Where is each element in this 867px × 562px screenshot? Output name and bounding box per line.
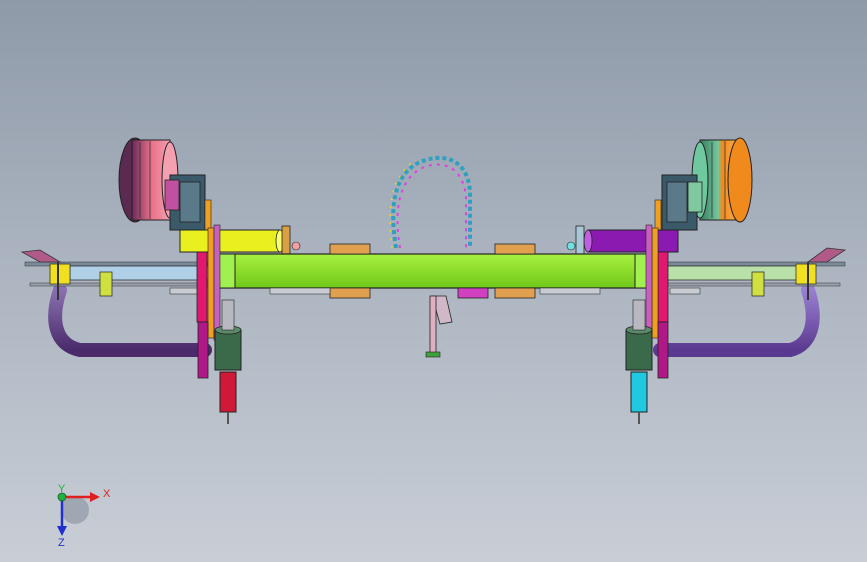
y-axis-label: Y bbox=[58, 483, 66, 495]
left-hub-bracket bbox=[164, 174, 212, 231]
z-axis-arrowhead-icon bbox=[57, 526, 67, 536]
center-stand bbox=[425, 295, 453, 358]
right-hub-bracket bbox=[654, 174, 703, 231]
coordinate-triad[interactable]: X Y Z bbox=[57, 483, 111, 549]
right-lower-bar bbox=[653, 283, 820, 357]
left-lower-bar bbox=[48, 283, 212, 357]
left-side-rail bbox=[20, 249, 221, 300]
center-hose-loop bbox=[389, 155, 472, 249]
triad-origin-icon bbox=[61, 496, 89, 524]
x-axis-label: X bbox=[103, 488, 111, 500]
assembly-drawing: X Y Z bbox=[20, 137, 847, 549]
z-axis-label: Z bbox=[58, 537, 65, 549]
x-axis-arrowhead-icon bbox=[90, 492, 100, 502]
cad-viewport[interactable]: X Y Z bbox=[0, 0, 867, 562]
